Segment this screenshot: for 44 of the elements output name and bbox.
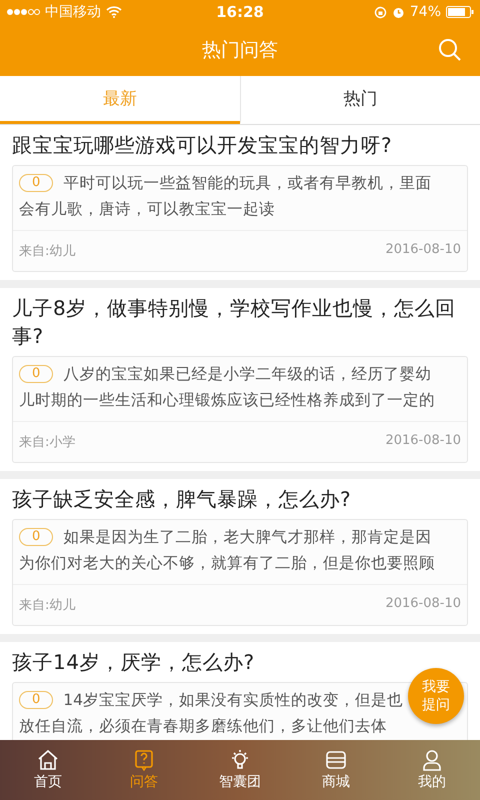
answer-text: 八岁的宝宝如果已经是小学二年级的话，经历了婴幼 [63, 364, 432, 385]
date: 2016-08-10 [385, 242, 461, 259]
rotation-lock-icon [374, 6, 387, 18]
lightbulb-icon [229, 749, 251, 771]
question-icon [133, 749, 155, 771]
answer-count: 0 [19, 528, 54, 546]
answer-text: 会有儿歌，唐诗，可以教宝宝一起读 [19, 200, 275, 218]
source-label: 来自:幼儿 [19, 243, 76, 260]
nav-tab[interactable]: 我的 [384, 740, 480, 800]
question-title[interactable]: 跟宝宝玩哪些游戏可以开发宝宝的智力呀? [12, 131, 392, 159]
question-title[interactable]: 孩子14岁，厌学，怎么办? [12, 648, 255, 676]
answer-text: 14岁宝宝厌学，如果没有实质性的改变，但是也 [63, 690, 404, 711]
source-label: 来自:小学 [19, 434, 76, 451]
search-icon[interactable] [438, 38, 462, 62]
wifi-icon [106, 6, 122, 18]
signal-icon [6, 8, 40, 16]
answer-text: 儿时期的一些生活和心理锻炼应该已经性格养成到了一定的 [19, 391, 435, 409]
nav-tab[interactable]: 商城 [288, 740, 384, 800]
answer-text: 放任自流，必须在青春期多磨练他们，多让他们去体 [19, 717, 387, 735]
answer-card[interactable]: 0 八岁的宝宝如果已经是小学二年级的话，经历了婴幼 儿时期的一些生活和心理锻炼应该已经性格养成到了一定的 来自:小学 2016-08-10 [12, 356, 468, 463]
person-icon [421, 749, 443, 771]
answer-text: 为你们对老大的关心不够，就算有了二胎，但是你也要照顾 [19, 554, 435, 572]
source-label: 来自:幼儿 [19, 597, 76, 614]
date: 2016-08-10 [385, 596, 461, 613]
battery-icon [446, 6, 474, 18]
alarm-icon [392, 6, 405, 18]
answer-text: 平时可以玩一些益智能的玩具，或者有早教机，里面 [63, 173, 432, 194]
answer-count: 0 [19, 691, 54, 709]
date: 2016-08-10 [385, 433, 461, 450]
home-icon [37, 749, 59, 771]
answer-text: 如果是因为生了二胎，老大脾气才那样，那肯定是因 [63, 527, 432, 548]
nav-tab[interactable]: 首页 [0, 740, 96, 800]
battery-percent: 74% [410, 4, 441, 20]
answer-card[interactable]: 0 平时可以玩一些益智能的玩具，或者有早教机，里面 会有儿歌，唐诗，可以教宝宝一起读 来自:幼儿 2016-08-10 [12, 165, 468, 272]
question-title[interactable]: 孩子缺乏安全感，脾气暴躁，怎么办? [12, 485, 352, 513]
answer-card[interactable]: 0 如果是因为生了二胎，老大脾气才那样，那肯定是因 为你们对老大的关心不够，就算有了二胎，但是你也要照顾 来自:幼儿 2016-08-10 [12, 519, 468, 626]
question-title[interactable]: 儿子8岁，做事特别慢，学校写作业也慢，怎么回事? [12, 294, 468, 350]
clock: 16:28 [216, 3, 264, 21]
carrier: 中国移动 [45, 3, 101, 21]
nav-tab[interactable]: 智囊团 [192, 740, 288, 800]
page-title: 热门问答 [202, 38, 278, 63]
shop-icon [325, 749, 347, 771]
answer-count: 0 [19, 174, 54, 192]
answer-count: 0 [19, 365, 54, 383]
